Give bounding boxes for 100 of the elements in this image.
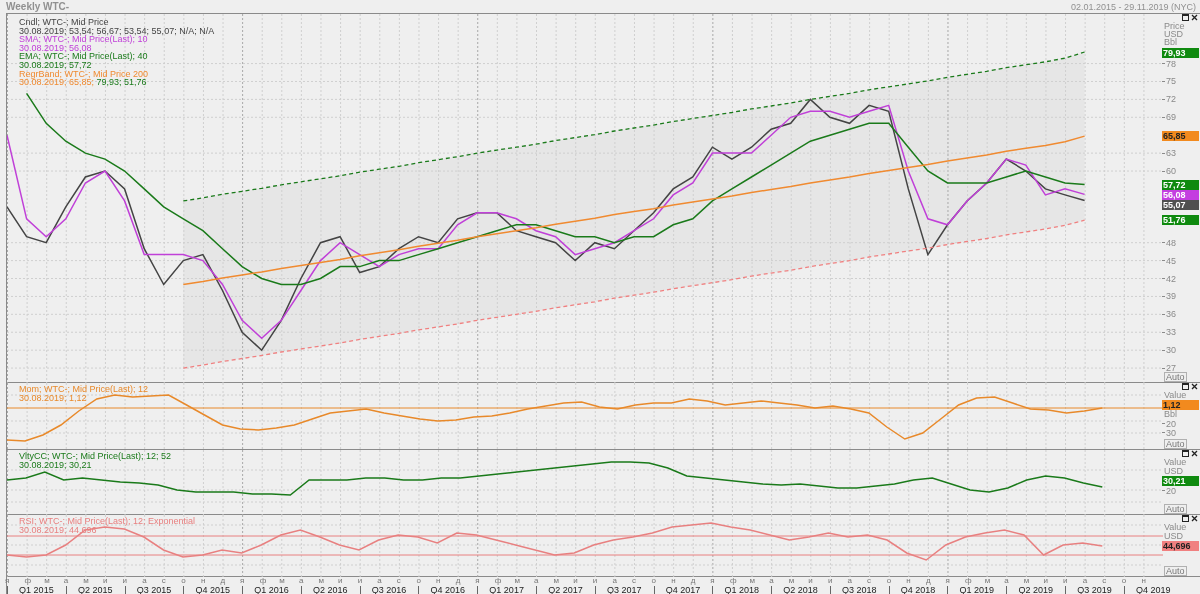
axis-tick-label: 63 xyxy=(1166,149,1176,158)
month-label: о xyxy=(651,577,656,585)
month-label: м xyxy=(984,577,991,585)
month-label: и xyxy=(573,577,578,585)
month-label: н xyxy=(436,577,441,585)
month-label: д xyxy=(220,577,226,585)
month-label: и xyxy=(808,577,813,585)
month-label: с xyxy=(867,577,872,585)
axis-tick-label: 69 xyxy=(1166,113,1176,122)
month-label: я xyxy=(945,577,950,585)
quarter-label: Q2 2019 xyxy=(1017,585,1054,594)
axis-tick-label: 39 xyxy=(1166,292,1176,301)
month-label: м xyxy=(44,577,50,585)
month-label: я xyxy=(710,577,715,585)
quarter-label: Q3 2017 xyxy=(605,585,643,594)
quarter-label: Q3 2019 xyxy=(1076,585,1113,594)
month-label: я xyxy=(475,577,480,585)
month-label: с xyxy=(161,577,166,585)
month-label: м xyxy=(318,577,324,585)
quarter-label: Q1 2019 xyxy=(958,585,996,594)
month-label: м xyxy=(749,577,756,585)
legend-line: RegrBand; WTC-; Mid Price 200 xyxy=(19,69,150,79)
quarter-label: Q1 2017 xyxy=(488,585,525,594)
axis-tick-label: 30 xyxy=(1166,346,1176,355)
month-label: н xyxy=(671,577,676,585)
axis-unit: Value xyxy=(1163,391,1188,400)
month-label: а xyxy=(142,577,147,585)
month-label: и xyxy=(102,577,108,585)
month-label: м xyxy=(83,577,89,585)
month-label: а xyxy=(847,577,852,585)
quarter-label: Q2 2015 xyxy=(76,585,114,594)
axis-tick-label: 36 xyxy=(1166,310,1176,319)
legend-line: 30.08.2019; 1,12 xyxy=(19,393,88,403)
legend-line: EMA; WTC-; Mid Price(Last); 40 xyxy=(19,52,149,61)
quarter-label: Q4 2017 xyxy=(664,585,702,594)
axis-unit: Bbl xyxy=(1163,38,1177,46)
legend-values: 30.08.2019; 53,54; 56,67; 53,54; 55,07; N/A; N/A xyxy=(19,26,215,36)
value-tag: 1,12 xyxy=(1162,400,1199,410)
value-tag: 30,21 xyxy=(1162,476,1199,486)
axis-tick-label: 42 xyxy=(1166,274,1176,283)
month-label: м xyxy=(514,577,520,585)
axis-tick-label: 30 xyxy=(1166,428,1176,437)
quarter-label: Q4 2018 xyxy=(899,585,937,594)
value-tag: 56,08 xyxy=(1162,189,1199,200)
axis-unit: Value xyxy=(1163,523,1188,532)
axis-tick-label: 60 xyxy=(1166,167,1176,176)
month-label: м xyxy=(788,577,795,585)
month-label: ф xyxy=(494,577,502,585)
quarter-label: Q2 2016 xyxy=(312,585,349,594)
month-label: и xyxy=(357,577,363,585)
quarter-label: Q2 2018 xyxy=(782,585,819,594)
quarter-label: Q1 2018 xyxy=(723,585,760,594)
axis-tick-label: 20 xyxy=(1166,486,1176,495)
month-label: ф xyxy=(729,577,737,585)
month-label: и xyxy=(592,577,598,585)
axis-unit: Value xyxy=(1163,458,1188,467)
month-label: ф xyxy=(965,577,972,585)
month-label: и xyxy=(1043,577,1048,585)
month-label: а xyxy=(377,577,382,585)
legend-line: Mom; WTC-; Mid Price(Last); 12 xyxy=(19,385,148,394)
month-label: н xyxy=(200,577,206,585)
axis-unit: Bbl xyxy=(1164,410,1177,419)
legend-values: 79,93; 51,76 xyxy=(95,78,147,87)
month-label: н xyxy=(1141,577,1146,585)
month-label: д xyxy=(925,577,931,585)
month-label: я xyxy=(240,577,245,585)
axis-tick-label: 75 xyxy=(1166,77,1176,86)
month-label: о xyxy=(886,577,892,585)
axis-tick-label: 20 xyxy=(1166,419,1176,428)
month-label: а xyxy=(612,577,617,585)
quarter-label: Q3 2016 xyxy=(370,585,408,594)
legend-line: VltyCC; WTC-; Mid Price(Last); 12; 52 xyxy=(19,452,172,461)
month-label: д xyxy=(690,577,696,585)
legend-line: RSI; WTC-; Mid Price(Last); 12; Exponential xyxy=(19,517,196,526)
quarter-label: Q4 2016 xyxy=(429,585,467,594)
value-tag: 51,76 xyxy=(1162,215,1199,226)
axis-tick-label: 48 xyxy=(1166,238,1176,247)
month-label: а xyxy=(534,577,539,585)
quarter-label: Q4 2015 xyxy=(194,585,231,594)
quarter-label: Q3 2015 xyxy=(135,585,173,594)
axis-tick-label: 78 xyxy=(1166,59,1176,68)
legend-values: 30.08.2019; 56,08 xyxy=(19,43,92,53)
legend-values: 30.08.2019; 57,72 xyxy=(19,60,92,70)
axis-unit: USD xyxy=(1163,30,1184,38)
date-range: 02.01.2015 - 29.11.2019 (NYC) xyxy=(1071,0,1196,13)
month-label: а xyxy=(63,577,69,585)
quarter-label: Q3 2018 xyxy=(841,585,878,594)
month-label: с xyxy=(396,577,401,585)
month-label: а xyxy=(1004,577,1009,585)
month-label: с xyxy=(631,577,636,585)
axis-tick-label: 33 xyxy=(1166,328,1176,337)
legend-line: Cndl; WTC-; Mid Price xyxy=(19,18,110,27)
axis-unit: USD xyxy=(1163,467,1184,476)
legend-line: SMA; WTC-; Mid Price(Last); 10 xyxy=(19,35,148,44)
month-label: н xyxy=(906,577,911,585)
value-tag: 79,93 xyxy=(1162,48,1199,58)
month-label: и xyxy=(827,577,833,585)
month-label: и xyxy=(1063,577,1068,585)
month-label: о xyxy=(1121,577,1127,585)
month-label: и xyxy=(122,577,127,585)
